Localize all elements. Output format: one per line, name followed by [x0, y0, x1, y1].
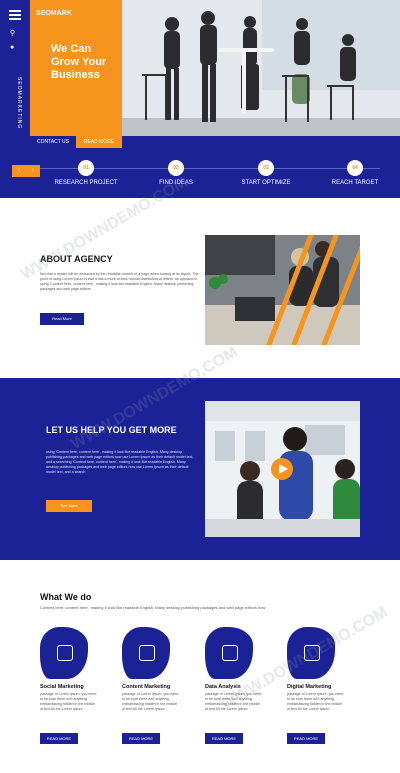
services-subtitle: Content here, content here', making it l… — [40, 605, 266, 610]
process-steps: ‹ › 01 RESEARCH PROJECT 02 FIND IDEAS 03… — [0, 148, 400, 198]
service-read-more-button[interactable]: READ MORE — [287, 733, 325, 744]
service-icon-bg — [40, 627, 88, 679]
step-label: FIND IDEAS — [159, 180, 193, 186]
service-text: passage of Lorem Ipsum, you need to be s… — [205, 692, 262, 711]
service-read-more-button[interactable]: READ MORE — [205, 733, 243, 744]
service-icon-bg — [287, 627, 335, 679]
about-title: ABOUT AGENCY — [40, 254, 113, 264]
vertical-brand: SEOMARKETING — [16, 76, 22, 130]
hero-team-photo — [122, 0, 400, 136]
see-more-button[interactable]: See More — [46, 500, 92, 512]
help-text: using 'Content here, content here', maki… — [46, 450, 194, 474]
contact-us-button[interactable]: CONTACT US — [30, 136, 76, 148]
content-icon — [139, 645, 155, 661]
step-number: 03 — [258, 160, 274, 176]
service-title: Digital Marketing — [287, 684, 332, 690]
step-item: 03 START OPTIMIZE — [226, 160, 306, 186]
services-title: What We do — [40, 592, 92, 602]
about-text: fact that a reader will be distracted by… — [40, 272, 199, 291]
step-label: RESEARCH PROJECT — [54, 180, 118, 186]
hero-panel: SEOMARK We Can Grow Your Business — [30, 0, 122, 136]
data-analysis-icon — [222, 645, 238, 661]
service-text: passage of Lorem Ipsum, you need to be s… — [287, 692, 344, 711]
service-icon-bg — [205, 627, 253, 679]
step-number: 04 — [347, 160, 363, 176]
service-read-more-button[interactable]: READ MORE — [40, 733, 78, 744]
arrow-left-icon[interactable]: ‹ — [12, 165, 26, 177]
search-icon[interactable]: ⚲ — [10, 30, 15, 37]
about-read-more-button[interactable]: Read More — [40, 313, 84, 325]
user-icon[interactable]: ● — [10, 44, 14, 51]
step-number: 02 — [168, 160, 184, 176]
brand-logo[interactable]: SEOMARK — [36, 10, 72, 17]
help-team-photo — [205, 401, 360, 537]
service-read-more-button[interactable]: READ MORE — [122, 733, 160, 744]
service-text: passage of Lorem Ipsum, you need to be s… — [40, 692, 97, 711]
about-office-photo — [205, 235, 360, 345]
service-title: Data Analysis — [205, 684, 241, 690]
service-title: Social Marketing — [40, 684, 84, 690]
service-icon-bg — [122, 627, 170, 679]
social-icon — [57, 645, 73, 661]
step-item: 02 FIND IDEAS — [136, 160, 216, 186]
hero-headline: We Can Grow Your Business — [51, 43, 107, 81]
service-text: passage of Lorem Ipsum, you need to be s… — [122, 692, 179, 711]
hero: ⚲ ● SEOMARKETING SEOMARK We Can Grow You… — [0, 0, 400, 148]
service-title: Content Marketing — [122, 684, 171, 690]
step-label: START OPTIMIZE — [241, 180, 291, 186]
hero-sidebar: ⚲ ● SEOMARKETING — [0, 0, 30, 148]
step-item: 01 RESEARCH PROJECT — [46, 160, 126, 186]
arrow-right-icon[interactable]: › — [26, 165, 40, 177]
help-title: LET US HELP YOU GET MORE — [46, 425, 177, 435]
read-more-button[interactable]: READ MORE — [76, 136, 122, 148]
slider-arrows: ‹ › — [12, 165, 40, 177]
step-number: 01 — [78, 160, 94, 176]
menu-icon[interactable] — [9, 10, 21, 22]
digital-icon — [304, 645, 320, 661]
step-item: 04 REACH TARGET — [315, 160, 395, 186]
step-label: REACH TARGET — [331, 180, 379, 186]
